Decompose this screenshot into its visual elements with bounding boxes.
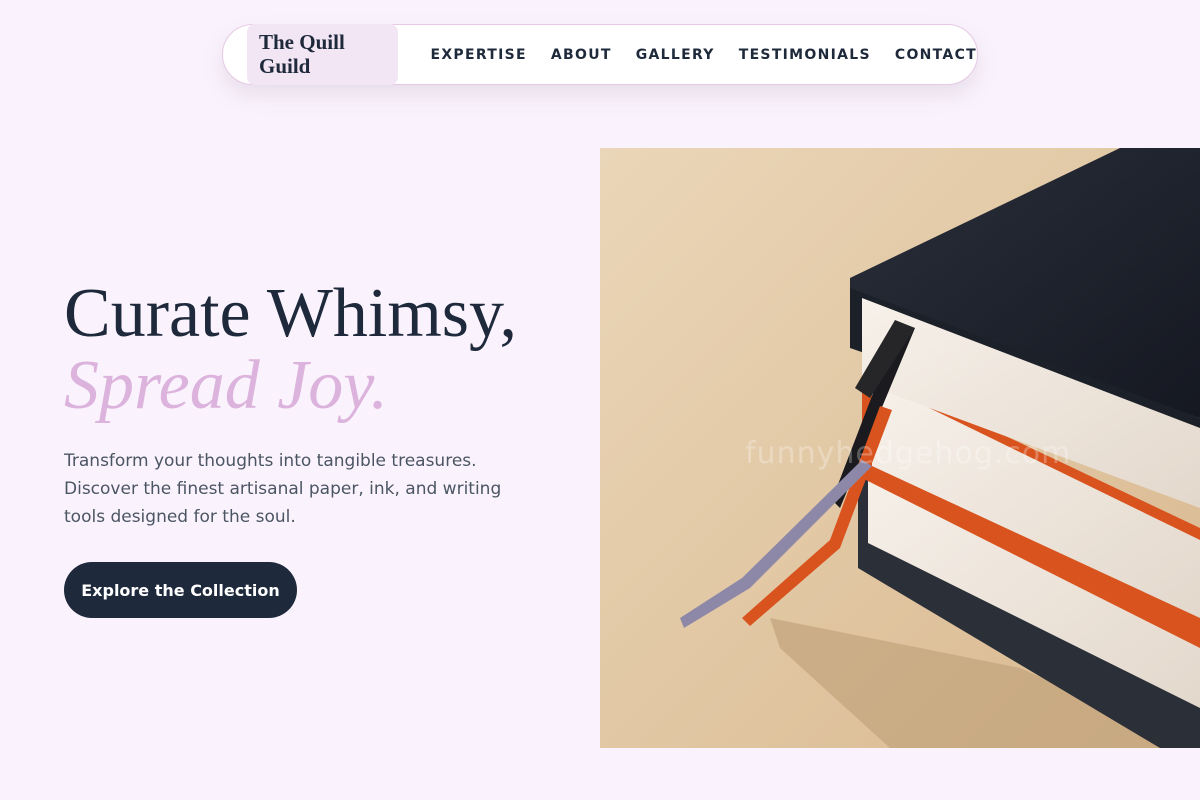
hero-subtitle: Transform your thoughts into tangible tr… (64, 451, 502, 527)
hero-image-notebooks: funnyhedgehog.com (600, 148, 1200, 748)
nav-links: EXPERTISE ABOUT GALLERY TESTIMONIALS CON… (430, 47, 977, 63)
nav-link-testimonials[interactable]: TESTIMONIALS (739, 47, 871, 63)
nav-link-about[interactable]: ABOUT (551, 47, 612, 63)
nav-link-gallery[interactable]: GALLERY (636, 47, 715, 63)
nav-link-expertise[interactable]: EXPERTISE (430, 47, 526, 63)
explore-collection-button[interactable]: Explore the Collection (64, 562, 297, 618)
top-navigation: The Quill Guild EXPERTISE ABOUT GALLERY … (222, 24, 978, 85)
image-watermark: funnyhedgehog.com (745, 436, 1072, 471)
nav-link-contact[interactable]: CONTACT (895, 47, 977, 63)
hero-title: Curate Whimsy, Spread Joy. (64, 278, 517, 422)
hero-title-line1: Curate Whimsy, (64, 275, 517, 352)
hero-title-line2: Spread Joy. (64, 347, 388, 424)
brand-logo[interactable]: The Quill Guild (247, 24, 399, 85)
